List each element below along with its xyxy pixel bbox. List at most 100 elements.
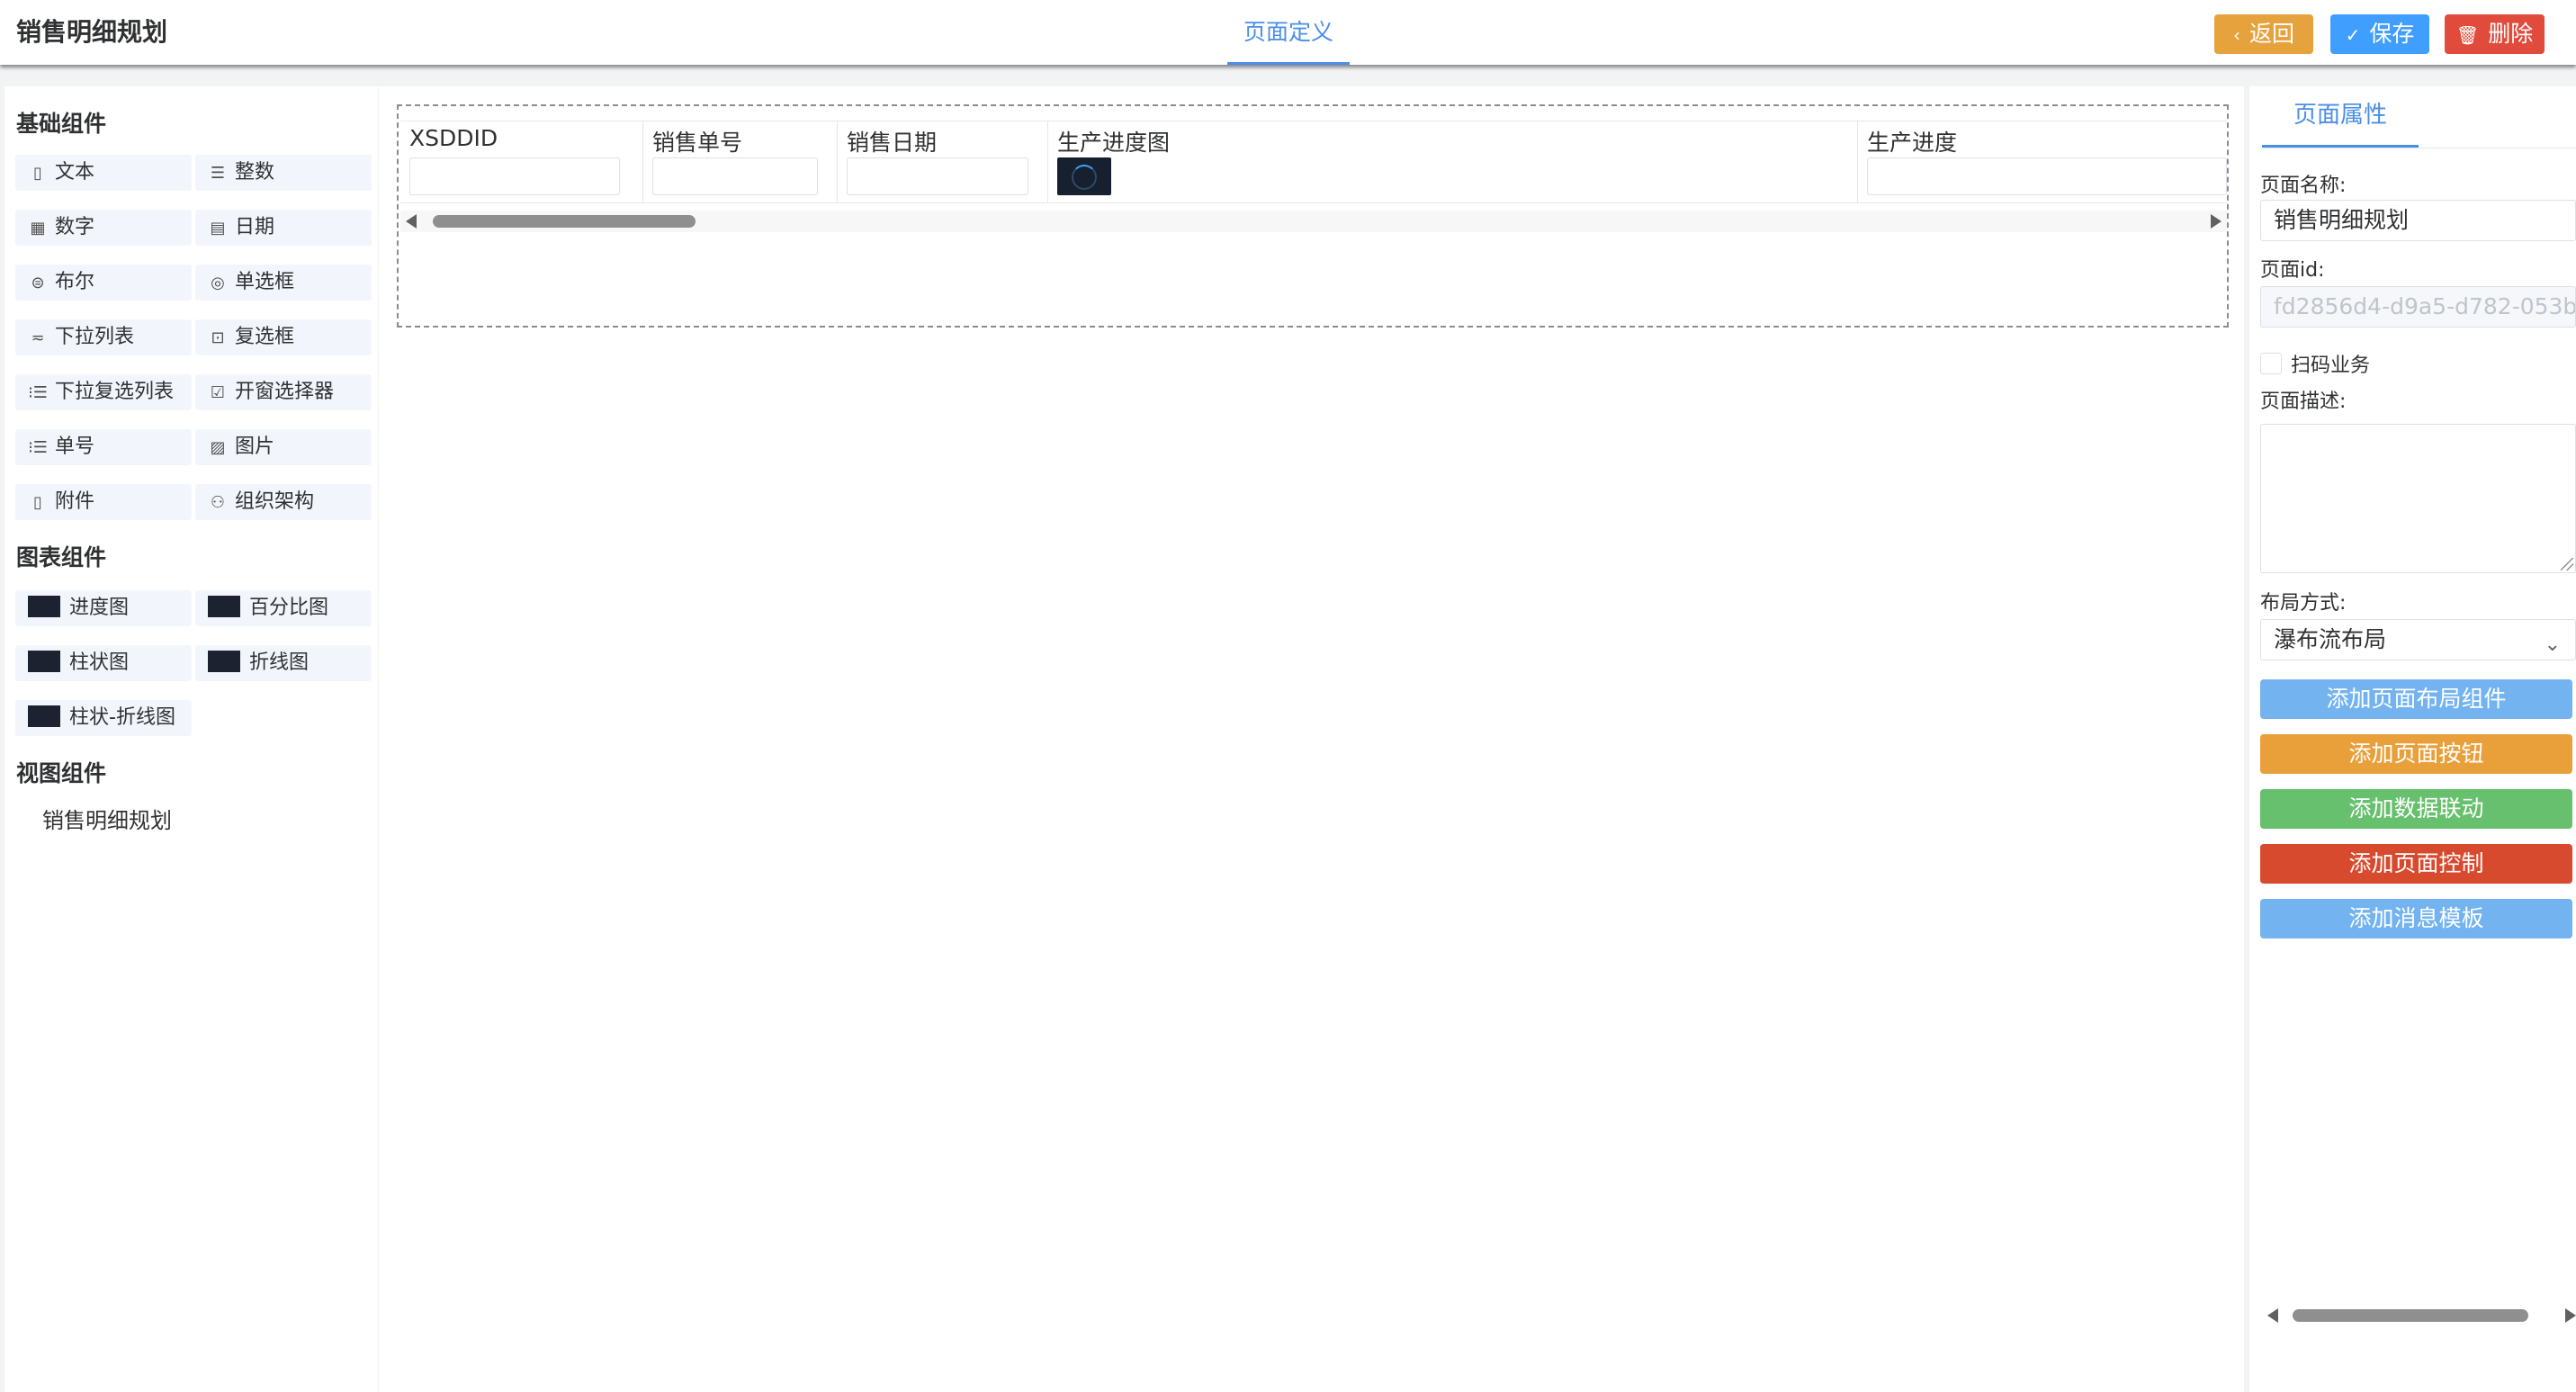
save-button-label: 保存 [2369, 21, 2415, 47]
scroll-left-icon[interactable] [406, 214, 417, 229]
component-date[interactable]: ▤ 日期 [195, 210, 372, 246]
scroll-right-icon[interactable] [2211, 214, 2221, 229]
basic-components-title: 基础组件 [16, 111, 107, 137]
check-icon: ✓ [2345, 24, 2361, 46]
chart-components-title: 图表组件 [16, 544, 107, 570]
horizontal-scrollbar[interactable] [400, 211, 2227, 232]
image-icon: ▨ [210, 438, 226, 457]
component-label: 单选框 [235, 271, 295, 293]
list-icon: ⁝☰ [28, 438, 48, 457]
add-layout-component-button[interactable]: 添加页面布局组件 [2260, 679, 2572, 719]
component-bar-line-chart[interactable]: 柱状-折线图 [15, 700, 192, 736]
resize-grip-icon[interactable] [2561, 558, 2573, 570]
field-input[interactable] [847, 157, 1028, 195]
column-label: 生产进度 [1867, 130, 1958, 156]
delete-button[interactable]: 🗑 删除 [2445, 14, 2545, 54]
page-title: 销售明细规划 [16, 17, 168, 47]
bar-chart-icon [28, 651, 60, 672]
component-text[interactable]: ▯ 文本 [15, 155, 192, 191]
field-input[interactable] [1867, 157, 2227, 195]
add-page-control-button[interactable]: 添加页面控制 [2260, 844, 2572, 884]
layout-mode-value: 瀑布流布局 [2274, 626, 2387, 652]
column-label: 销售日期 [847, 130, 938, 156]
layout-mode-select[interactable]: 瀑布流布局 ⌄ [2260, 619, 2576, 660]
column-label: XSDDID [409, 125, 498, 151]
list-ordered-icon: ☰ [210, 164, 226, 183]
scroll-right-icon[interactable] [2565, 1308, 2576, 1323]
grid-column[interactable]: 销售日期 [838, 121, 1048, 202]
checked-box-icon: ☑ [210, 383, 226, 402]
component-serial-number[interactable]: ⁝☰ 单号 [15, 429, 192, 465]
component-label: 折线图 [249, 651, 310, 674]
field-input[interactable] [652, 157, 818, 195]
component-dropdown[interactable]: ≂ 下拉列表 [15, 319, 192, 355]
chevron-down-icon: ⌄ [2544, 633, 2561, 656]
component-label: 复选框 [235, 326, 295, 348]
component-label: 柱状图 [69, 651, 130, 674]
component-label: 图片 [235, 436, 275, 458]
scroll-thumb[interactable] [2293, 1309, 2528, 1322]
component-number[interactable]: ▦ 数字 [15, 210, 192, 246]
bar-line-chart-icon [28, 705, 60, 727]
component-boolean[interactable]: ⊜ 布尔 [15, 265, 192, 301]
component-integer[interactable]: ☰ 整数 [195, 155, 372, 191]
chevron-left-icon: ‹ [2232, 24, 2240, 46]
component-checkbox[interactable]: ⊡ 复选框 [195, 319, 372, 355]
component-label: 数字 [55, 216, 95, 238]
layout-container[interactable]: XSDDID 销售单号 销售日期 生产进度图 生产进度 [397, 104, 2229, 328]
component-multi-dropdown[interactable]: ⁝☰ 下拉复选列表 [15, 374, 192, 410]
component-line-chart[interactable]: 折线图 [195, 645, 372, 681]
progress-chart-preview [1057, 157, 1111, 195]
component-label: 下拉列表 [55, 326, 135, 348]
horizontal-scrollbar[interactable] [2260, 1305, 2576, 1326]
component-window-selector[interactable]: ☑ 开窗选择器 [195, 374, 372, 410]
layout-mode-label: 布局方式: [2260, 592, 2347, 615]
grid-column[interactable]: 生产进度 [1858, 121, 2227, 202]
document-icon: ▯ [33, 164, 42, 183]
tab-page-definition[interactable]: 页面定义 [1227, 13, 1350, 65]
add-page-button-button[interactable]: 添加页面按钮 [2260, 734, 2572, 774]
grid-column[interactable]: 销售单号 [643, 121, 838, 202]
component-label: 进度图 [69, 597, 130, 619]
component-attachment[interactable]: ▯ 附件 [15, 484, 192, 520]
org-chart-icon: ⚇ [210, 493, 226, 512]
radio-icon: ◎ [211, 274, 225, 292]
component-image[interactable]: ▨ 图片 [195, 429, 372, 465]
component-progress-chart[interactable]: 进度图 [15, 590, 192, 626]
component-label: 下拉复选列表 [55, 381, 175, 403]
line-chart-icon [208, 651, 240, 672]
component-radio[interactable]: ◎ 单选框 [195, 265, 372, 301]
component-org-structure[interactable]: ⚇ 组织架构 [195, 484, 372, 520]
page-name-input[interactable]: 销售明细规划 [2260, 200, 2576, 241]
component-label: 布尔 [55, 271, 95, 293]
component-palette: 基础组件 ▯ 文本 ☰ 整数 ▦ 数字 ▤ 日期 ⊜ 布尔 ◎ 单选框 ≂ 下拉列表 ⊡ 复选框… [4, 86, 378, 1392]
back-button[interactable]: ‹ 返回 [2214, 14, 2313, 54]
component-bar-chart[interactable]: 柱状图 [15, 645, 192, 681]
back-button-label: 返回 [2248, 21, 2294, 47]
calculator-icon: ▦ [30, 219, 46, 238]
column-label: 销售单号 [652, 130, 743, 156]
component-label: 组织架构 [235, 490, 315, 513]
save-button[interactable]: ✓ 保存 [2330, 14, 2429, 54]
scroll-left-icon[interactable] [2267, 1308, 2278, 1323]
field-grid: XSDDID 销售单号 销售日期 生产进度图 生产进度 [400, 121, 2227, 203]
component-label: 百分比图 [249, 597, 329, 619]
component-label: 开窗选择器 [235, 381, 335, 403]
attachment-icon: ▯ [33, 493, 42, 512]
design-canvas: XSDDID 销售单号 销售日期 生产进度图 生产进度 [379, 86, 2244, 1392]
scan-business-checkbox[interactable] [2260, 353, 2282, 374]
component-label: 单号 [55, 436, 95, 458]
grid-column[interactable]: XSDDID [400, 121, 643, 202]
scroll-thumb[interactable] [433, 215, 696, 228]
add-data-linkage-button[interactable]: 添加数据联动 [2260, 789, 2572, 829]
component-percent-chart[interactable]: 百分比图 [195, 590, 372, 626]
component-label: 附件 [55, 490, 95, 513]
add-message-template-button[interactable]: 添加消息模板 [2260, 899, 2572, 938]
tab-page-properties[interactable]: 页面属性 [2262, 95, 2419, 148]
field-input[interactable] [409, 157, 620, 195]
page-id-label: 页面id: [2260, 259, 2325, 282]
page-description-input[interactable] [2260, 424, 2576, 573]
grid-column[interactable]: 生产进度图 [1048, 121, 1858, 202]
view-item-sales-plan[interactable]: 销售明细规划 [42, 803, 172, 834]
view-components-title: 视图组件 [16, 760, 107, 786]
